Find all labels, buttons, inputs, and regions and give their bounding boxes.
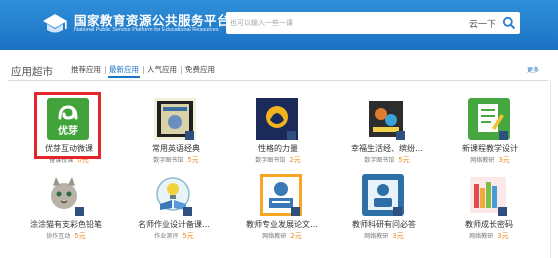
app-meta: 协作互动 5元 — [16, 231, 116, 241]
app-category: 数字图书馆 — [153, 157, 184, 164]
app-meta: 网络教研 2元 — [232, 231, 332, 241]
app-price: 5元 — [182, 232, 194, 240]
curriculum-design-icon — [468, 98, 510, 140]
app-category: 网络教研 — [469, 233, 494, 240]
app-category: 网络教研 — [470, 157, 495, 164]
app-tabs: 推荐应用 最新应用 人气应用 免费应用 — [68, 65, 220, 78]
app-meta: 网络教研 3元 — [334, 231, 434, 241]
app-name: 名师作业设计备课… — [138, 220, 210, 229]
app-meta: 数字图书馆 2元 — [228, 155, 328, 165]
app-card[interactable]: 涂涂猫有支彩色铅笔 协作互动 5元 — [16, 174, 116, 244]
teacher-thesis-icon — [260, 174, 302, 216]
app-name: 新课程教学设计 — [462, 144, 518, 153]
search-input[interactable] — [230, 15, 430, 31]
app-price: 2元 — [289, 156, 301, 164]
app-meta: 数字图书馆 5元 — [126, 155, 226, 165]
character-power-icon — [256, 98, 298, 140]
section-divider — [8, 80, 548, 81]
app-card[interactable]: 教师科研有问必答 网络教研 3元 — [334, 174, 434, 244]
app-card[interactable]: 新课程教学设计 网络教研 3元 — [440, 98, 540, 168]
app-meta: 网络教研 3元 — [439, 231, 539, 241]
platform-logo-icon — [43, 14, 67, 33]
app-card[interactable]: 名师作业设计备课… 作业测评 5元 — [124, 174, 224, 244]
homework-design-icon — [152, 174, 194, 216]
site-header: 国家教育资源公共服务平台 National Public Service Pla… — [0, 0, 558, 50]
app-price: 3元 — [392, 232, 404, 240]
app-card[interactable]: 教师成长密码 网络教研 3元 — [439, 174, 539, 244]
app-meta: 数字图书馆 5元 — [337, 155, 437, 165]
app-card[interactable]: 教师专业发展论文… 网络教研 2元 — [232, 174, 332, 244]
section-title: 应用超市 — [11, 66, 53, 78]
app-meta: 网络教研 3元 — [440, 155, 540, 165]
app-name: 常用英语经典 — [152, 144, 200, 153]
selected-app-highlight — [34, 92, 101, 159]
app-name: 性格的力量 — [258, 144, 298, 153]
app-name: 教师科研有问必答 — [352, 220, 416, 229]
app-price: 3元 — [498, 156, 510, 164]
search-button-label: 云一下 — [468, 19, 496, 30]
app-category: 协作互动 — [46, 233, 71, 240]
app-category: 数字图书馆 — [364, 157, 395, 164]
app-card[interactable]: 常用英语经典 数字图书馆 5元 — [126, 98, 226, 168]
tab-popular[interactable]: 人气应用 — [143, 65, 180, 77]
app-price: 5元 — [398, 156, 410, 164]
cat-pencil-icon — [44, 174, 86, 216]
app-price: 5元 — [74, 232, 86, 240]
tab-recommended[interactable]: 推荐应用 — [68, 65, 104, 77]
app-name: 教师专业发展论文… — [246, 220, 318, 229]
app-meta: 作业测评 5元 — [124, 231, 224, 241]
app-name: 涂涂猫有支彩色铅笔 — [30, 220, 102, 229]
app-card[interactable]: 幸福生活经、缤纷… 数字图书馆 5元 — [337, 98, 437, 168]
search-icon — [502, 16, 516, 30]
search-box: 云一下 — [226, 12, 520, 34]
app-category: 数字图书馆 — [255, 157, 286, 164]
app-card[interactable]: 性格的力量 数字图书馆 2元 — [228, 98, 328, 168]
happy-life-icon — [365, 98, 407, 140]
app-category: 作业测评 — [154, 233, 179, 240]
tab-free[interactable]: 免费应用 — [181, 65, 218, 77]
search-button[interactable]: 云一下 — [454, 12, 516, 34]
teacher-growth-icon — [467, 174, 509, 216]
platform-subtitle: National Public Service Platform for Edu… — [74, 27, 219, 33]
app-price: 3元 — [497, 232, 509, 240]
app-name: 教师成长密码 — [465, 220, 513, 229]
scroll-track — [550, 80, 551, 258]
app-price: 2元 — [290, 232, 302, 240]
more-link[interactable]: 更多 — [527, 65, 539, 74]
tab-latest[interactable]: 最新应用 — [105, 65, 142, 78]
app-category: 网络教研 — [262, 233, 287, 240]
app-price: 5元 — [187, 156, 199, 164]
app-category: 网络教研 — [364, 233, 389, 240]
research-qa-icon — [362, 174, 404, 216]
english-book-icon — [154, 98, 196, 140]
app-name: 幸福生活经、缤纷… — [351, 144, 423, 153]
